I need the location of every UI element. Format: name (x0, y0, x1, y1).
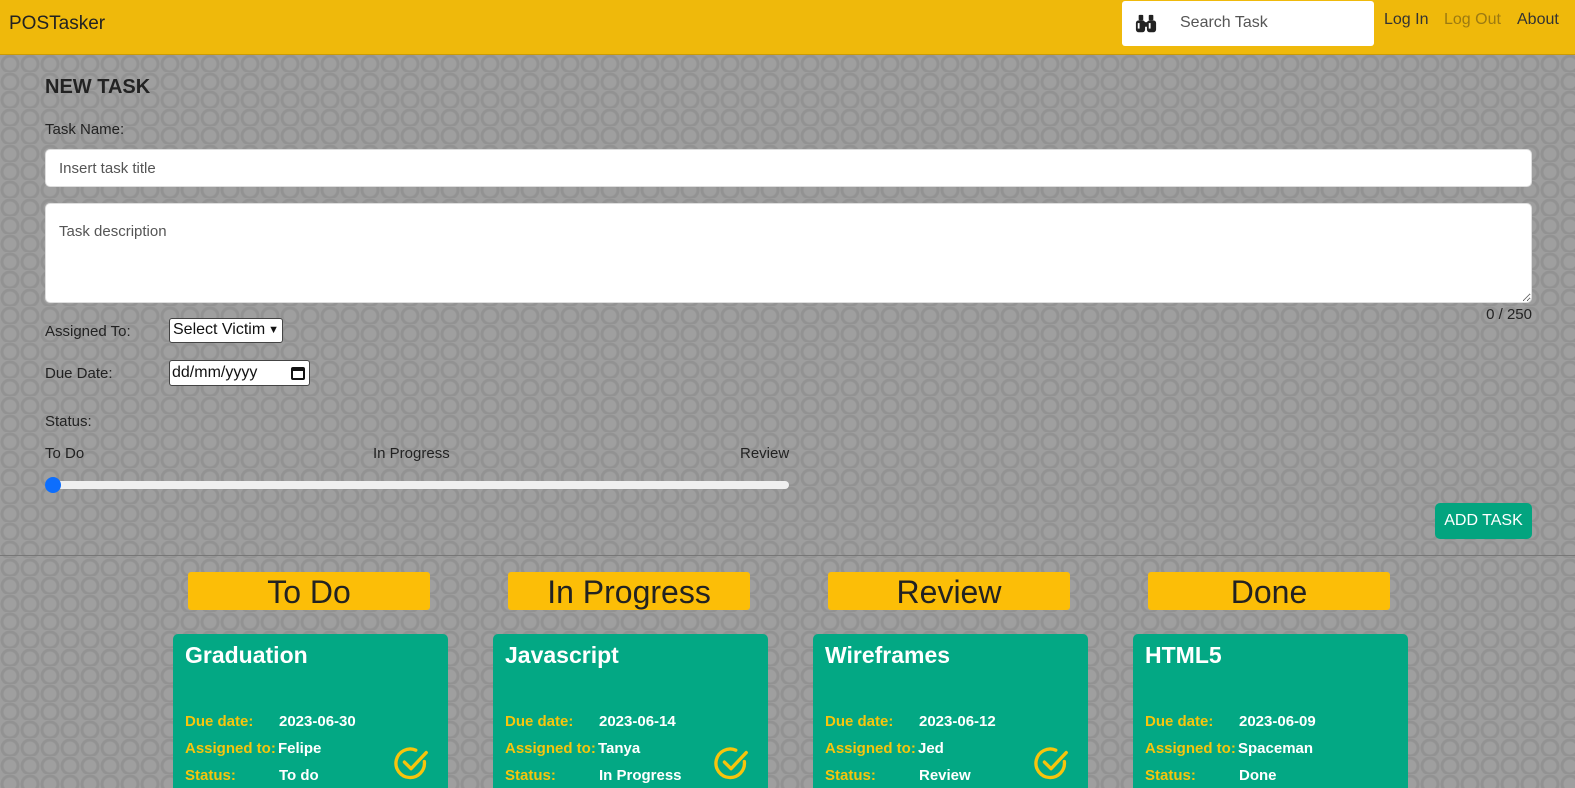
navbar: POSTasker Log In Log Out About (0, 0, 1575, 55)
status-key: Status: (825, 767, 876, 784)
logout-link[interactable]: Log Out (1444, 11, 1501, 29)
assigned-key: Assigned to: (185, 740, 276, 757)
due-date-key: Due date: (505, 713, 574, 730)
column-header-done: Done (1148, 572, 1390, 610)
due-date-value: dd/mm/yyyy (172, 364, 258, 381)
status-key: Status: (505, 767, 556, 784)
due-date-value: 2023-06-30 (279, 713, 356, 730)
column-header-in-progress: In Progress (508, 572, 750, 610)
search-box[interactable] (1122, 1, 1374, 46)
task-name-input[interactable] (45, 149, 1532, 187)
due-date-value: 2023-06-09 (1239, 713, 1316, 730)
task-title: Wireframes (825, 642, 951, 668)
calendar-icon[interactable] (291, 367, 305, 380)
assigned-value: Tanya (598, 740, 641, 757)
task-title: HTML5 (1145, 642, 1222, 668)
divider (0, 555, 1575, 556)
check-circle-icon[interactable] (393, 744, 431, 782)
task-title: Graduation (185, 642, 308, 668)
status-slider-thumb[interactable] (45, 477, 61, 493)
status-key: Status: (185, 767, 236, 784)
task-card[interactable]: HTML5 Due date: 2023-06-09 Assigned to: … (1133, 634, 1408, 788)
due-date-key: Due date: (825, 713, 894, 730)
task-name-label: Task Name: (45, 121, 125, 138)
assigned-key: Assigned to: (505, 740, 596, 757)
status-option-review: Review (740, 445, 790, 462)
due-date-value: 2023-06-14 (599, 713, 676, 730)
brand-logo[interactable]: POSTasker (9, 13, 105, 35)
task-description-input[interactable] (45, 203, 1532, 303)
status-option-todo: To Do (45, 445, 85, 462)
status-option-in-progress: In Progress (373, 445, 450, 462)
assigned-to-label: Assigned To: (45, 323, 131, 340)
login-link[interactable]: Log In (1384, 11, 1428, 29)
status-value: In Progress (599, 767, 682, 784)
form-title: NEW TASK (45, 76, 151, 98)
char-counter: 0 / 250 (1486, 306, 1532, 323)
about-link[interactable]: About (1517, 11, 1559, 29)
status-value: Review (919, 767, 971, 784)
assigned-value: Felipe (278, 740, 322, 757)
due-date-key: Due date: (1145, 713, 1214, 730)
status-key: Status: (1145, 767, 1196, 784)
assigned-value: Jed (918, 740, 944, 757)
assigned-to-select[interactable]: Select Victim ▼ (169, 318, 283, 343)
status-value: To do (279, 767, 319, 784)
check-circle-icon[interactable] (713, 744, 751, 782)
column-header-todo: To Do (188, 572, 430, 610)
status-value: Done (1239, 767, 1277, 784)
due-date-value: 2023-06-12 (919, 713, 996, 730)
task-card[interactable]: Javascript Due date: 2023-06-14 Assigned… (493, 634, 768, 788)
search-input[interactable] (1180, 11, 1365, 35)
due-date-key: Due date: (185, 713, 254, 730)
task-card[interactable]: Wireframes Due date: 2023-06-12 Assigned… (813, 634, 1088, 788)
check-circle-icon[interactable] (1033, 744, 1071, 782)
task-title: Javascript (505, 642, 619, 668)
add-task-button[interactable]: ADD TASK (1435, 503, 1532, 539)
column-header-review: Review (828, 572, 1070, 610)
assigned-key: Assigned to: (825, 740, 916, 757)
task-card[interactable]: Graduation Due date: 2023-06-30 Assigned… (173, 634, 448, 788)
binoculars-icon (1135, 14, 1157, 33)
status-slider[interactable] (45, 481, 789, 489)
chevron-down-icon: ▼ (268, 324, 279, 336)
due-date-input[interactable]: dd/mm/yyyy (169, 360, 310, 386)
status-label: Status: (45, 413, 92, 430)
due-date-label: Due Date: (45, 365, 113, 382)
assigned-key: Assigned to: (1145, 740, 1236, 757)
assigned-to-value: Select Victim (173, 321, 266, 338)
assigned-value: Spaceman (1238, 740, 1314, 757)
